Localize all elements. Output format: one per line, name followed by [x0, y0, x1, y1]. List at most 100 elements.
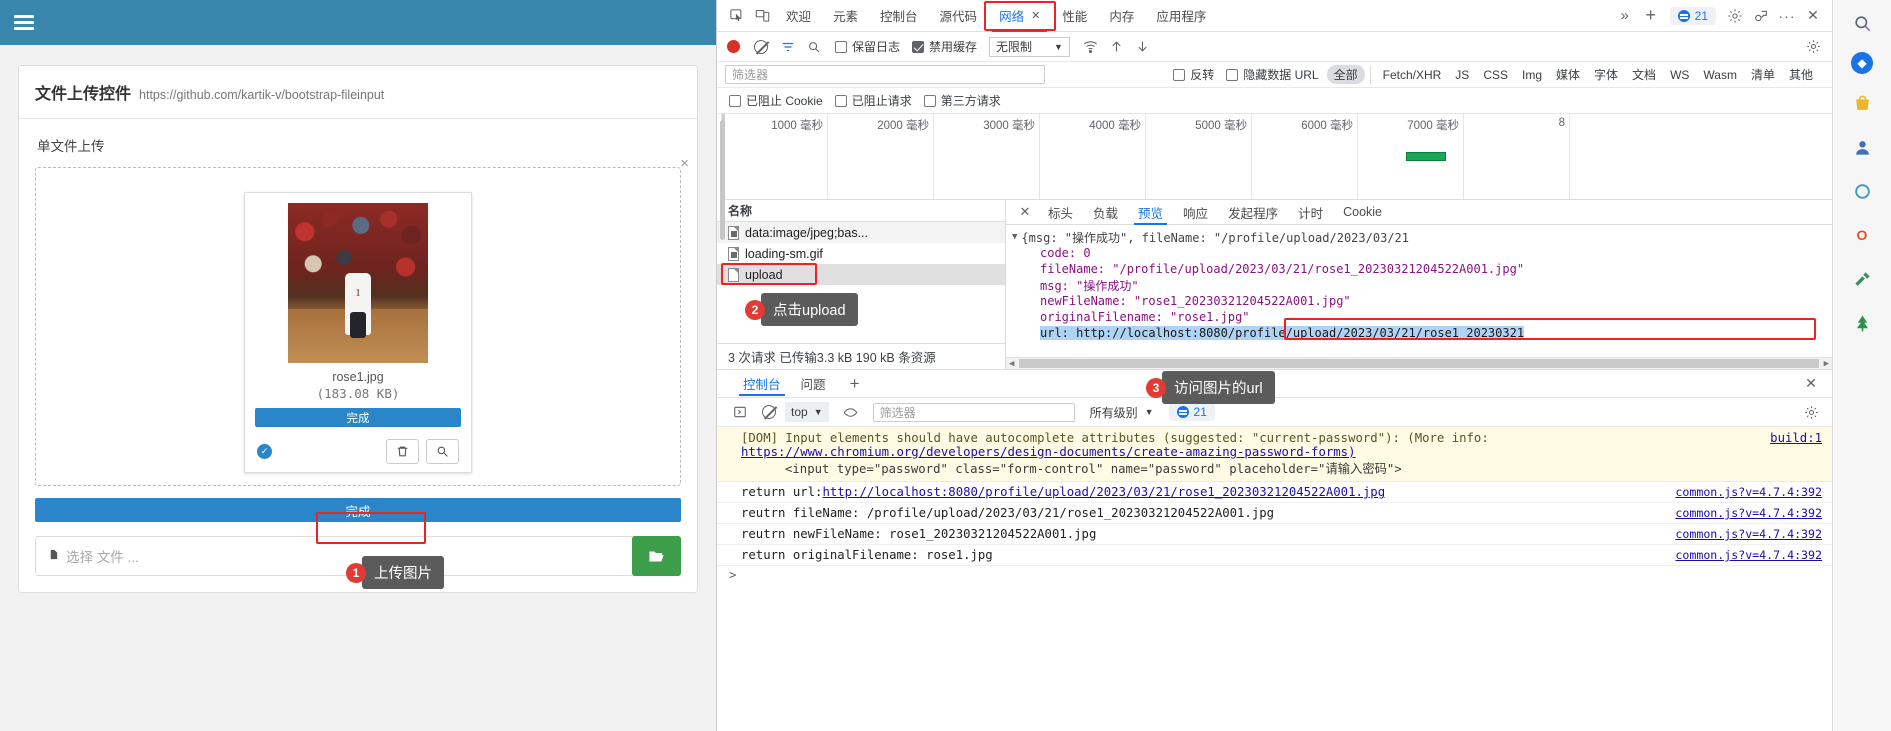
leaf-icon[interactable]: ◆ — [1851, 52, 1873, 74]
subtab-response[interactable]: 响应 — [1173, 200, 1218, 225]
log-source[interactable]: common.js?v=4.7.4:392 — [1675, 548, 1822, 562]
search-icon[interactable] — [1847, 8, 1877, 38]
tab-console-drawer[interactable]: 控制台 — [733, 371, 791, 396]
tab-elements[interactable]: 元素 — [822, 0, 869, 32]
add-drawer-tab-icon[interactable]: + — [842, 371, 868, 397]
blocked-cookies-checkbox[interactable]: 已阻止 Cookie — [729, 92, 823, 109]
hscroll-thumb[interactable] — [1019, 359, 1819, 368]
magnifier-icon[interactable] — [426, 439, 459, 464]
network-row-upload[interactable]: upload — [717, 263, 1005, 285]
json-line-root[interactable]: ▼ {msg: "操作成功", fileName: "/profile/uplo… — [1012, 229, 1832, 245]
import-har-icon[interactable] — [1104, 34, 1130, 60]
tab-welcome[interactable]: 欢迎 — [775, 0, 822, 32]
shopping-bag-icon[interactable] — [1847, 88, 1877, 118]
filter-type-other[interactable]: 其他 — [1782, 65, 1820, 84]
console-warning-url[interactable]: https://www.chromium.org/developers/desi… — [741, 445, 1822, 459]
invert-checkbox[interactable]: 反转 — [1173, 66, 1214, 83]
person-icon[interactable] — [1847, 132, 1877, 162]
subtab-initiator[interactable]: 发起程序 — [1218, 200, 1288, 225]
preserve-log-checkbox[interactable]: 保留日志 — [835, 38, 900, 55]
json-url-text[interactable]: url: http://localhost:8080/profile/uploa… — [1040, 326, 1525, 340]
network-row-data-image[interactable]: data:image/jpeg;bas... — [717, 222, 1005, 243]
search-icon[interactable] — [801, 34, 827, 60]
filter-type-doc[interactable]: 文档 — [1625, 65, 1663, 84]
filter-type-js[interactable]: JS — [1448, 67, 1476, 83]
filter-type-fetchxhr[interactable]: Fetch/XHR — [1376, 67, 1449, 83]
tab-performance[interactable]: 性能 — [1051, 0, 1098, 32]
network-overview[interactable]: 1000 毫秒 2000 毫秒 3000 毫秒 4000 毫秒 5000 毫秒 … — [721, 114, 1832, 200]
clear-console-icon[interactable] — [762, 405, 776, 419]
add-tab-icon[interactable]: + — [1638, 3, 1664, 29]
console-issues-badge[interactable]: 21 — [1168, 403, 1215, 421]
close-drawer-icon[interactable]: ✕ — [1798, 371, 1824, 397]
kebab-menu-icon[interactable]: ··· — [1774, 3, 1800, 29]
record-stop-icon[interactable] — [727, 40, 740, 53]
tab-issues-drawer[interactable]: 问题 — [791, 371, 836, 396]
console-level-select[interactable]: 所有级别 ▼ — [1084, 402, 1160, 422]
folder-open-icon[interactable] — [632, 536, 681, 576]
tools-icon[interactable] — [1847, 264, 1877, 294]
scroll-left-arrow-icon[interactable]: ◀ — [1006, 359, 1017, 369]
blocked-requests-checkbox[interactable]: 已阻止请求 — [834, 92, 912, 109]
third-party-checkbox[interactable]: 第三方请求 — [923, 92, 1001, 109]
subtab-preview[interactable]: 预览 — [1128, 200, 1173, 225]
tab-console[interactable]: 控制台 — [869, 0, 929, 32]
log-source[interactable]: common.js?v=4.7.4:392 — [1675, 527, 1822, 541]
close-devtools-icon[interactable]: ✕ — [1800, 3, 1826, 29]
subtab-payload[interactable]: 负载 — [1083, 200, 1128, 225]
settings-ring-icon[interactable] — [1847, 176, 1877, 206]
tab-memory[interactable]: 内存 — [1098, 0, 1145, 32]
inspect-cursor-icon[interactable] — [723, 3, 749, 29]
filter-type-font[interactable]: 字体 — [1587, 65, 1625, 84]
filter-type-ws[interactable]: WS — [1663, 67, 1696, 83]
export-har-icon[interactable] — [1130, 34, 1156, 60]
console-prompt[interactable]: > — [717, 566, 1832, 584]
tab-sources[interactable]: 源代码 — [929, 0, 989, 32]
filter-type-css[interactable]: CSS — [1476, 67, 1515, 83]
log-source[interactable]: common.js?v=4.7.4:392 — [1675, 506, 1822, 520]
filter-type-media[interactable]: 媒体 — [1549, 65, 1587, 84]
network-conditions-icon[interactable] — [1078, 34, 1104, 60]
log-source[interactable]: common.js?v=4.7.4:392 — [1675, 485, 1822, 499]
network-row-loading-gif[interactable]: loading-sm.gif — [717, 243, 1005, 264]
gear-icon[interactable] — [1722, 3, 1748, 29]
expand-triangle-icon[interactable]: ▼ — [1012, 232, 1017, 242]
throttle-select[interactable]: 无限制 ▼ — [989, 36, 1070, 57]
scroll-right-arrow-icon[interactable]: ▶ — [1821, 359, 1832, 369]
issues-badge[interactable]: 21 — [1669, 6, 1716, 25]
more-tabs-icon[interactable]: » — [1612, 3, 1638, 29]
clear-icon[interactable] — [754, 39, 768, 54]
filter-type-wasm[interactable]: Wasm — [1696, 67, 1744, 83]
filter-icon[interactable] — [775, 34, 801, 60]
console-filter-input[interactable]: 筛选器 — [872, 402, 1075, 422]
office-icon[interactable]: O — [1847, 220, 1877, 250]
devices-icon[interactable] — [1748, 3, 1774, 29]
subtab-cookie[interactable]: Cookie — [1333, 200, 1392, 225]
disable-cache-checkbox[interactable]: 禁用缓存 — [912, 38, 977, 55]
device-toolbar-icon[interactable] — [749, 3, 775, 29]
filter-type-all[interactable]: 全部 — [1326, 65, 1365, 84]
console-settings-gear-icon[interactable] — [1798, 399, 1824, 425]
console-sidebar-icon[interactable] — [727, 399, 753, 425]
json-line-url[interactable]: url: http://localhost:8080/profile/uploa… — [1012, 325, 1832, 341]
subtab-timing[interactable]: 计时 — [1288, 200, 1333, 225]
page-scrollbar[interactable] — [720, 120, 725, 240]
subtab-headers[interactable]: 标头 — [1038, 200, 1083, 225]
detail-close-icon[interactable]: ✕ — [1012, 199, 1038, 225]
trash-icon[interactable] — [386, 439, 419, 464]
filter-type-img[interactable]: Img — [1515, 67, 1549, 83]
close-icon[interactable]: × — [680, 156, 689, 171]
hide-data-urls-checkbox[interactable]: 隐藏数据 URL — [1226, 66, 1319, 83]
log-link[interactable]: http://localhost:8080/profile/upload/202… — [822, 485, 1385, 499]
upload-complete-button[interactable]: 完成 — [35, 498, 681, 522]
warning-source-link[interactable]: build:1 — [1770, 431, 1822, 445]
filter-type-manifest[interactable]: 清单 — [1744, 65, 1782, 84]
tab-network-close-icon[interactable]: ✕ — [1031, 9, 1040, 22]
tab-network[interactable]: 网络 ✕ — [988, 0, 1051, 32]
preview-hscrollbar[interactable]: ◀ ▶ — [1006, 357, 1832, 369]
console-context-select[interactable]: top ▼ — [785, 402, 829, 422]
hamburger-icon[interactable] — [14, 15, 34, 30]
tree-icon[interactable] — [1847, 308, 1877, 338]
filter-input[interactable]: 筛选器 — [725, 65, 1045, 84]
live-expression-icon[interactable] — [838, 399, 864, 425]
